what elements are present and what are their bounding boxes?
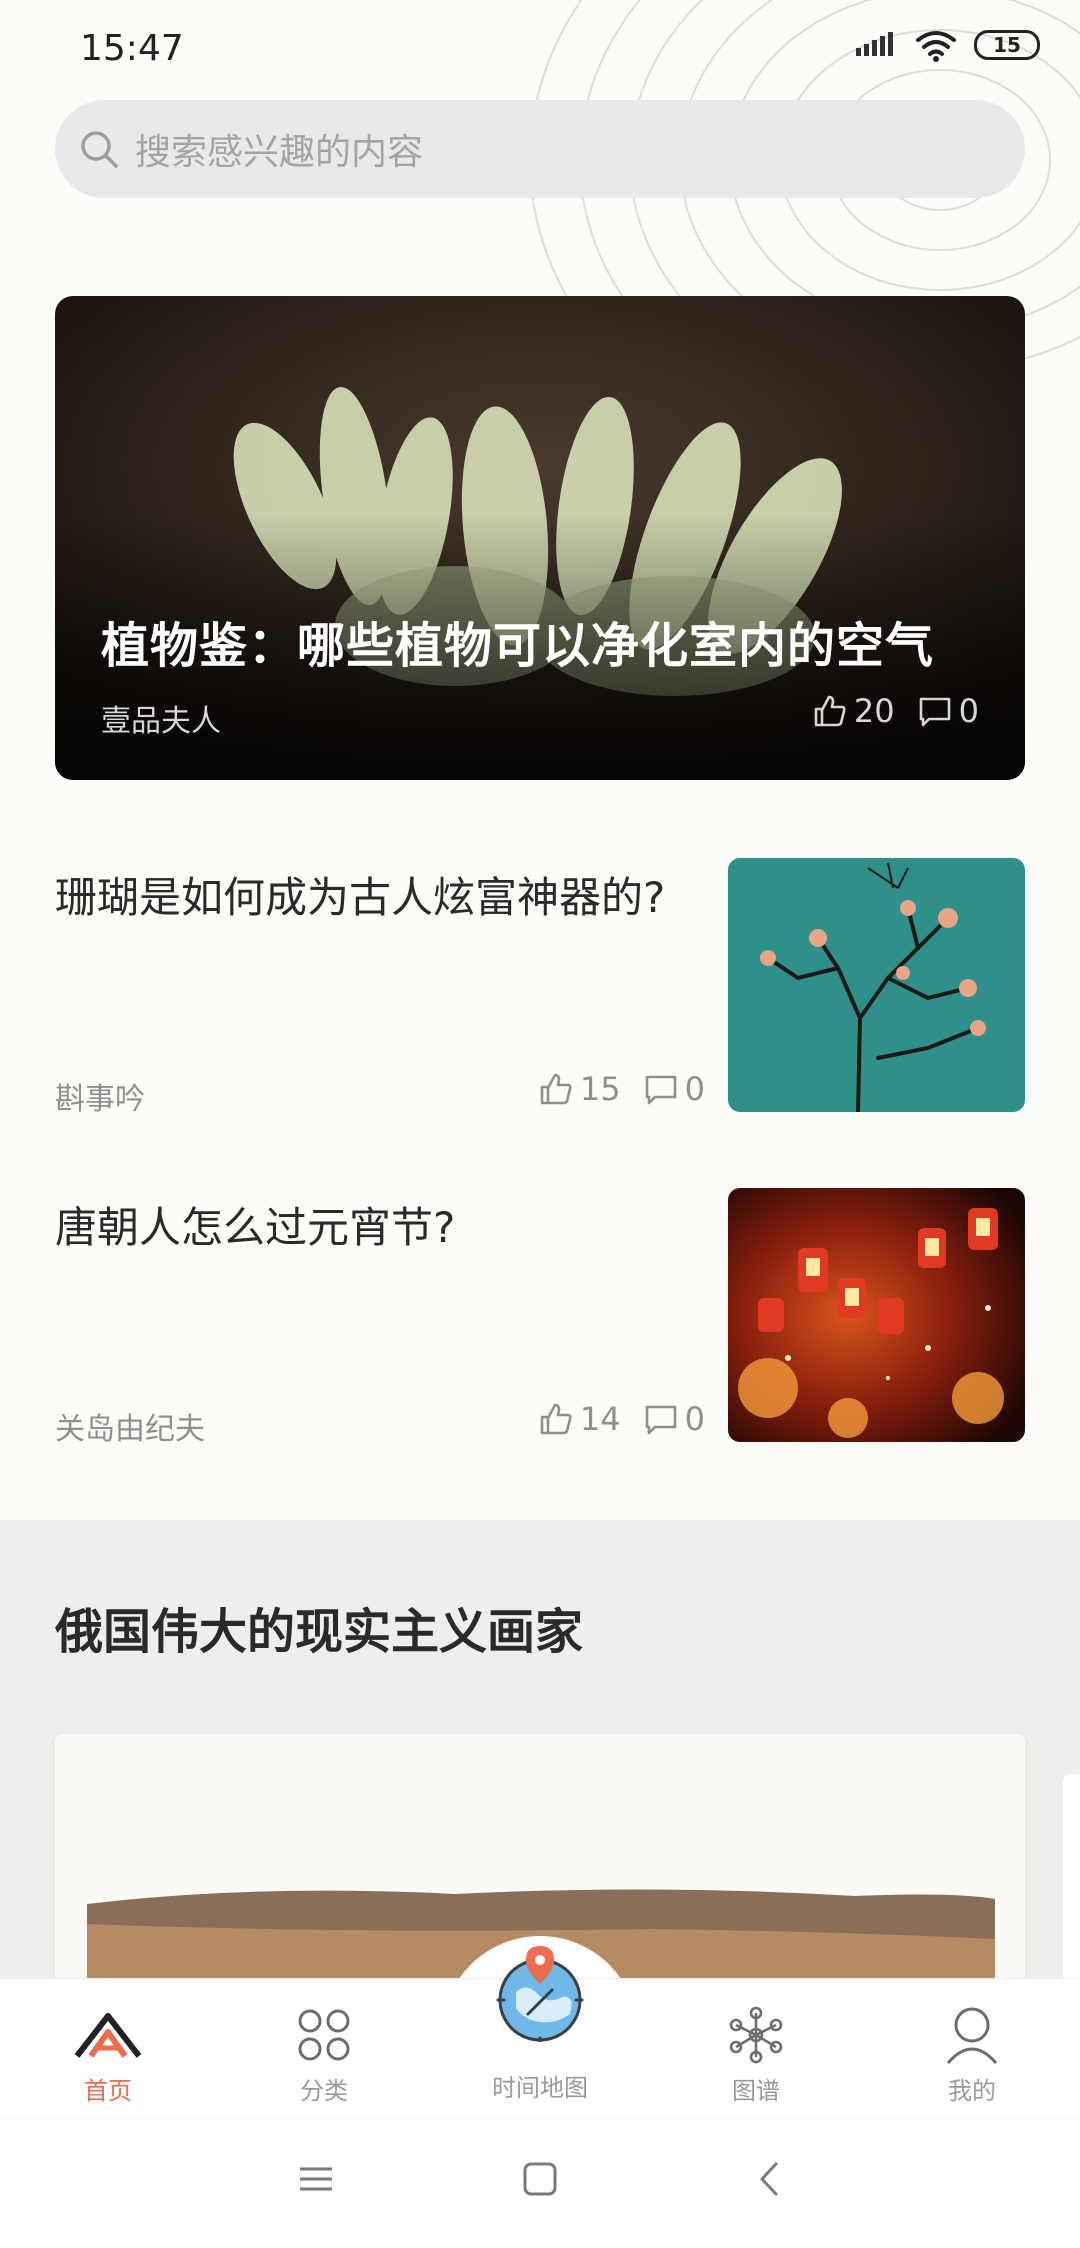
comment-stat[interactable]: 0 <box>643 1070 705 1108</box>
search-icon <box>81 131 118 168</box>
article-stats: 15 0 <box>516 1070 705 1108</box>
nav-label: 我的 <box>948 2077 996 2105</box>
comment-icon <box>645 1405 676 1435</box>
time-map-button[interactable] <box>490 1942 590 2046</box>
nav-label: 分类 <box>300 2077 348 2105</box>
featured-title: 植物鉴：哪些植物可以净化室内的空气 <box>101 618 935 674</box>
nav-profile[interactable]: 我的 <box>897 1979 1047 2119</box>
like-count: 15 <box>579 1070 621 1108</box>
grid-circles-icon <box>298 2009 350 2061</box>
home-square-icon[interactable] <box>522 2161 558 2197</box>
article-author: 斟事吟 <box>55 1082 145 1117</box>
home-logo-icon <box>74 2013 142 2058</box>
nav-label: 首页 <box>84 2077 132 2105</box>
comment-count: 0 <box>684 1070 705 1108</box>
comment-icon <box>645 1075 676 1105</box>
nav-category[interactable]: 分类 <box>249 1979 399 2119</box>
like-stat[interactable]: 20 <box>812 692 895 730</box>
featured-article-card[interactable]: 植物鉴：哪些植物可以净化室内的空气 壹品夫人 20 0 <box>55 296 1025 780</box>
signal-icon <box>856 32 893 56</box>
status-bar: 15:47 15 <box>0 0 1080 96</box>
next-card-peek[interactable] <box>1063 1774 1080 2004</box>
system-navigation-bar <box>0 2118 1080 2248</box>
article-item[interactable]: 唐朝人怎么过元宵节? 关岛由纪夫 14 0 <box>55 1188 1025 1447</box>
featured-section: 俄国伟大的现实主义画家 <box>0 1520 1080 2014</box>
thumbs-up-icon <box>814 695 846 727</box>
article-title: 唐朝人怎么过元宵节? <box>55 1203 456 1252</box>
search-placeholder: 搜索感兴趣的内容 <box>135 132 424 173</box>
like-stat[interactable]: 15 <box>538 1070 621 1108</box>
comment-count: 0 <box>958 692 979 730</box>
like-count: 14 <box>579 1400 621 1438</box>
globe-pin-icon <box>496 1946 584 2046</box>
battery-indicator: 15 <box>974 30 1040 60</box>
back-icon[interactable] <box>752 2161 788 2197</box>
like-stat[interactable]: 14 <box>538 1400 621 1438</box>
featured-author: 壹品夫人 <box>101 704 221 739</box>
nav-home[interactable]: 首页 <box>33 1979 183 2119</box>
article-thumbnail <box>728 1188 1025 1442</box>
like-count: 20 <box>853 692 895 730</box>
menu-icon[interactable] <box>298 2161 334 2197</box>
thumbs-up-icon <box>540 1403 572 1435</box>
user-icon <box>946 2007 998 2064</box>
search-bar[interactable]: 搜索感兴趣的内容 <box>55 100 1025 198</box>
article-title: 珊瑚是如何成为古人炫富神器的? <box>55 873 666 922</box>
thumbs-up-icon <box>540 1073 572 1105</box>
comment-stat[interactable]: 0 <box>643 1400 705 1438</box>
comment-icon <box>919 697 950 727</box>
comment-count: 0 <box>684 1400 705 1438</box>
article-author: 关岛由纪夫 <box>55 1412 205 1447</box>
lanterns-image <box>728 1188 1025 1442</box>
graph-nodes-icon <box>729 2006 783 2064</box>
article-item[interactable]: 珊瑚是如何成为古人炫富神器的? 斟事吟 15 0 <box>55 858 1025 1117</box>
section-title: 俄国伟大的现实主义画家 <box>55 1604 584 1660</box>
status-icons: 15 <box>854 28 1040 62</box>
coral-tree-image <box>728 858 1025 1112</box>
wifi-icon <box>916 31 956 62</box>
time-map-label: 时间地图 <box>492 2074 588 2102</box>
nav-label: 图谱 <box>732 2077 780 2105</box>
nav-graph[interactable]: 图谱 <box>681 1979 831 2119</box>
featured-stats: 20 0 <box>790 692 979 730</box>
status-time: 15:47 <box>80 28 184 69</box>
app-screen: 15:47 15 搜索感兴趣的内容 植物鉴：哪些植物可以净化室内的空气 壹品夫人… <box>0 0 1080 2248</box>
comment-stat[interactable]: 0 <box>917 692 979 730</box>
article-stats: 14 0 <box>516 1400 705 1438</box>
article-thumbnail <box>728 858 1025 1112</box>
